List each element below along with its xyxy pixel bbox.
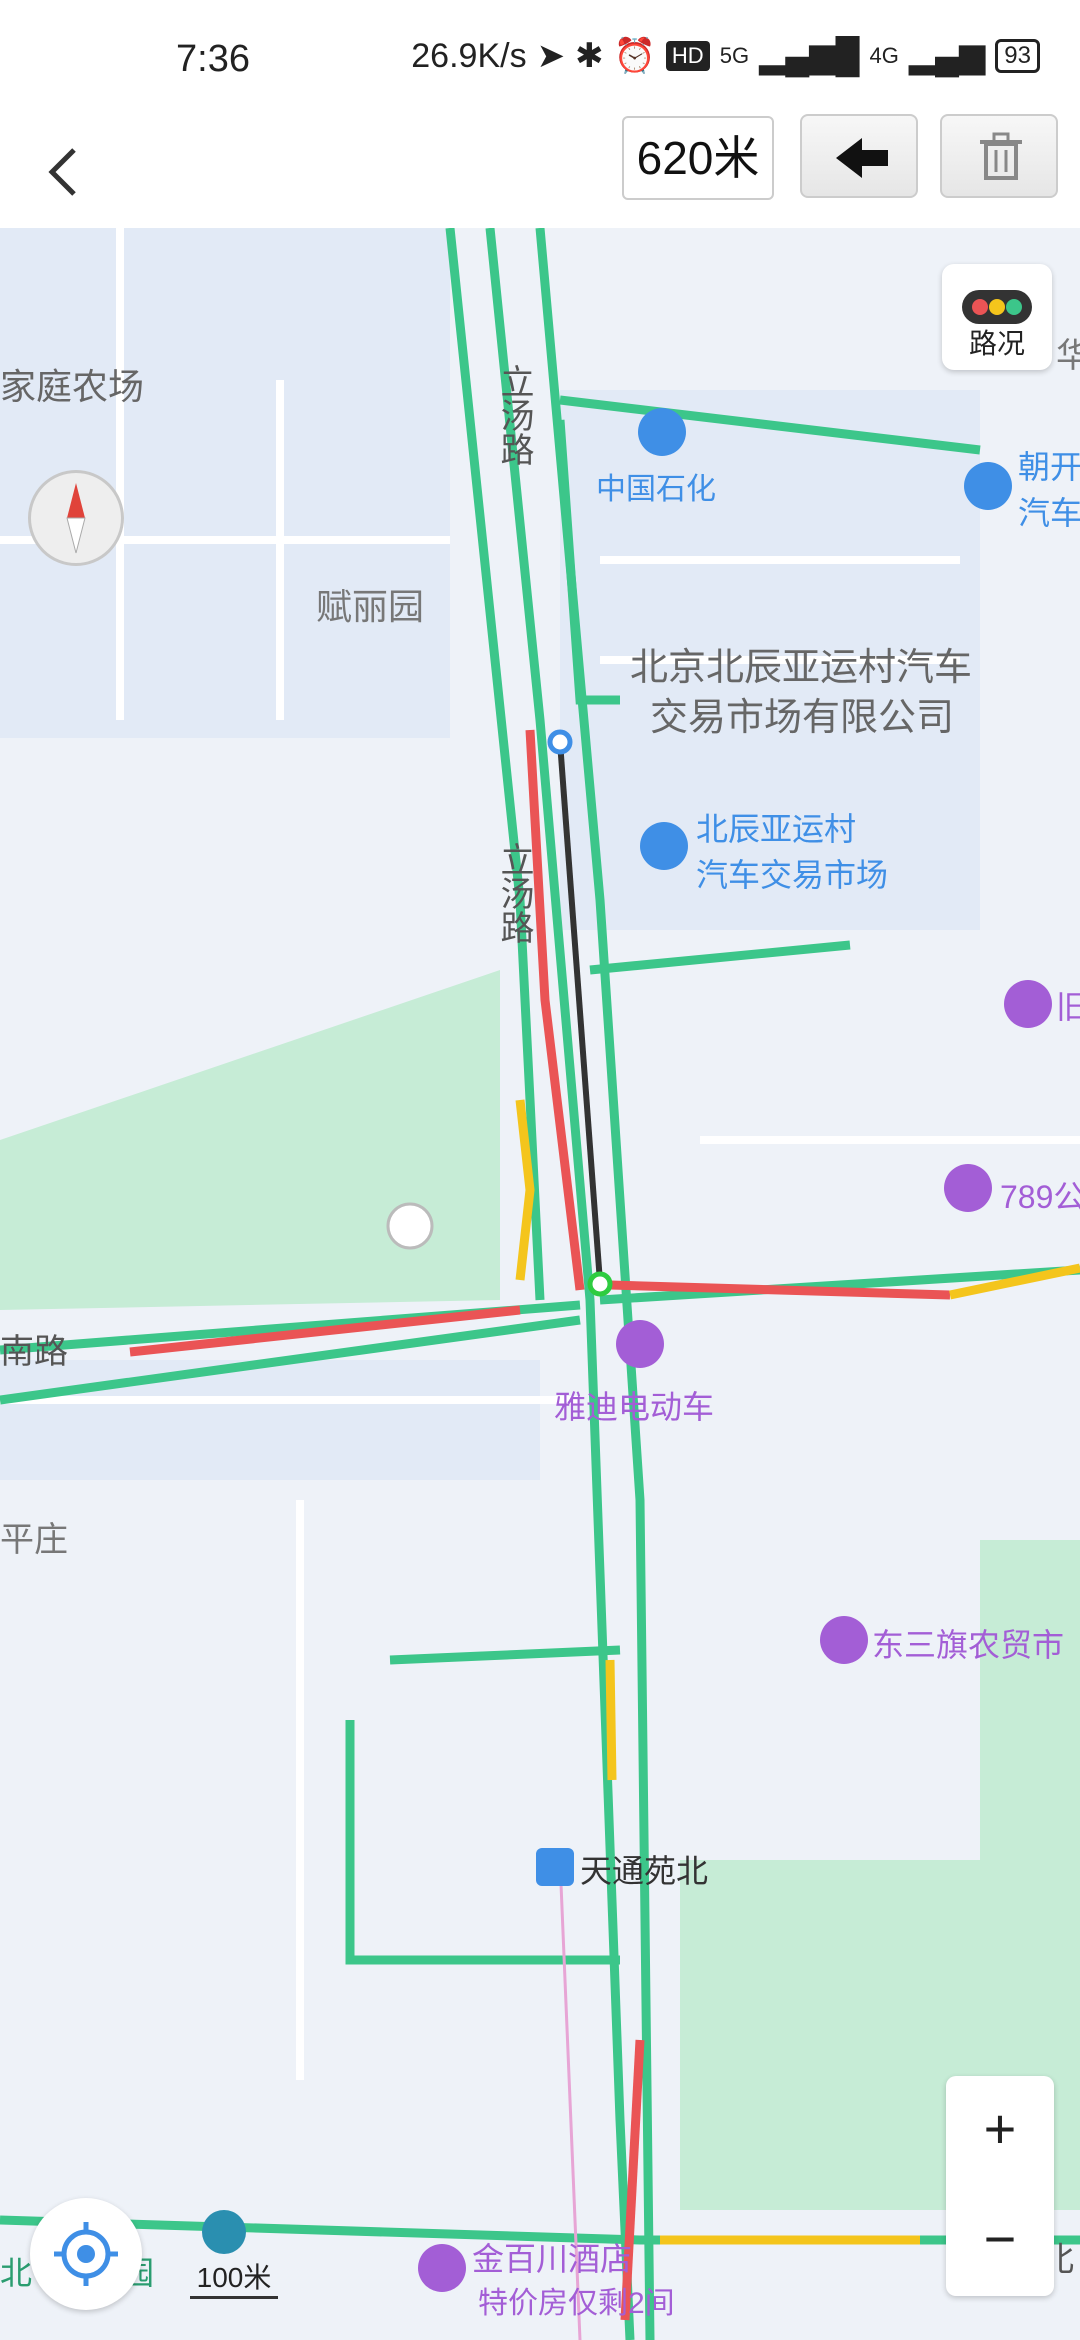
label-jinbai: 金百川酒店 [472, 2241, 633, 2277]
label-tiantong: 天通苑北 [580, 1853, 709, 1889]
battery-icon: 93 [995, 39, 1040, 73]
label-chaokai-1: 朝开 [1018, 449, 1080, 485]
bluetooth-icon: ✱ [575, 37, 604, 75]
label-789: 789公 [1000, 1179, 1080, 1215]
label-beichen-2: 交易市场有限公司 [650, 697, 955, 739]
label-pingzhuang: 平庄 [0, 1521, 68, 1559]
back-icon[interactable] [34, 140, 98, 204]
locate-button[interactable] [30, 2198, 142, 2310]
label-yayun-2: 汽车交易市场 [696, 857, 889, 893]
shop-icon-right [1004, 980, 1052, 1028]
zoom-controls: + − [946, 2076, 1054, 2296]
route-end-marker [587, 1271, 613, 1297]
compass-button[interactable] [28, 470, 124, 566]
market-icon [820, 1616, 868, 1664]
gas-station-icon [638, 408, 686, 456]
zoom-in-button[interactable]: + [946, 2096, 1054, 2161]
label-zhongguo: 中国石化 [596, 473, 716, 506]
label-tejia: 特价房仅剩2间 [478, 2287, 675, 2320]
hotel-icon [418, 2244, 466, 2292]
label-hua: 华 [1056, 337, 1080, 375]
label-jiu: 旧 [1056, 989, 1080, 1025]
metro-icon [536, 1848, 574, 1886]
signal-bars-icon-2: ▂▄▆ [908, 37, 986, 75]
delete-button[interactable] [940, 114, 1058, 198]
label-dongsan: 东三旗农贸市 [872, 1627, 1065, 1663]
alarm-icon: ⏰ [613, 37, 656, 75]
label-nanlu: 南路 [0, 1333, 68, 1371]
status-bar: 7:36 26.9K/s ➤ ✱ ⏰ HD 5G ▂▄▆█ 4G ▂▄▆ 93 [0, 0, 1080, 120]
trash-icon [980, 132, 1022, 180]
status-time: 7:36 [176, 38, 250, 80]
map-canvas [0, 228, 1080, 2340]
hotel-icon-789 [944, 1164, 992, 1212]
label-beichen-1: 北京北辰亚运村汽车 [630, 647, 973, 689]
location-icon: ➤ [536, 37, 566, 75]
label-yadi: 雅迪电动车 [554, 1389, 715, 1425]
car-market-icon [640, 822, 688, 870]
signal-bars-icon: ▂▄▆█ [759, 37, 860, 75]
landmark-icon [386, 1202, 434, 1250]
label-chaokai-2: 汽车 [1018, 495, 1080, 531]
scale-bar: 100米 [190, 2256, 278, 2299]
label-yayun-1: 北辰亚运村 [696, 811, 857, 847]
park-poi-icon [202, 2210, 246, 2254]
distance-display: 620米 [622, 116, 774, 200]
car-service-icon [964, 462, 1012, 510]
shopping-icon [616, 1320, 664, 1368]
label-litang-2: 立汤路 [495, 842, 533, 944]
arrow-left-icon [836, 138, 888, 178]
network-speed: 26.9K/s [411, 36, 527, 75]
traffic-label: 路况 [968, 328, 1025, 359]
status-icons: 26.9K/s ➤ ✱ ⏰ HD 5G ▂▄▆█ 4G ▂▄▆ 93 [411, 36, 1040, 76]
map-view[interactable]: 家庭农场 立汤路 中国石化 赋丽园 北京北辰亚运村汽车 交易市场有限公司 北辰亚… [0, 228, 1080, 2340]
traffic-toggle-button[interactable]: 路况 [942, 264, 1052, 370]
label-jiating: 家庭农场 [0, 366, 145, 407]
label-fuliyuan: 赋丽园 [316, 586, 425, 627]
label-bei: 北 [0, 2255, 33, 2291]
undo-button[interactable] [800, 114, 918, 198]
signal-5g-icon: 5G [719, 43, 750, 68]
compass-icon [66, 483, 86, 554]
hd-icon: HD [665, 41, 710, 71]
locate-icon [54, 2222, 118, 2286]
zoom-out-button[interactable]: − [946, 2206, 1054, 2271]
signal-4g-icon: 4G [869, 43, 899, 68]
label-litang-1: 立汤路 [495, 364, 533, 466]
route-start-marker [547, 729, 573, 755]
